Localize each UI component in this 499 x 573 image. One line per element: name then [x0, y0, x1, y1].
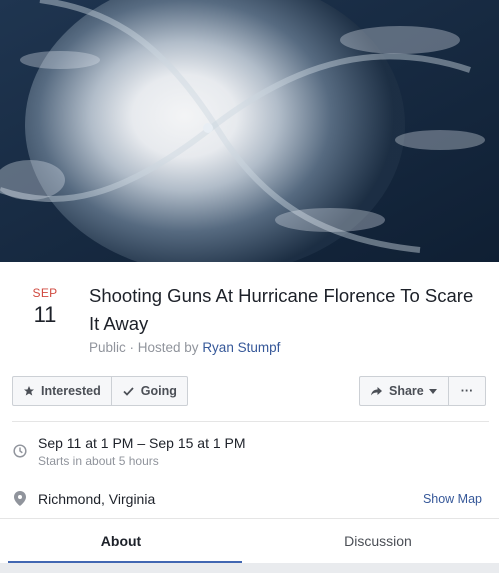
clock-icon — [13, 444, 27, 458]
going-label: Going — [140, 384, 177, 398]
check-icon — [123, 387, 134, 396]
event-meta: Public · Hosted by Ryan Stumpf — [89, 340, 280, 355]
cover-photo[interactable] — [0, 0, 499, 262]
show-map-link[interactable]: Show Map — [423, 492, 482, 506]
event-location[interactable]: Richmond, Virginia — [38, 491, 155, 507]
event-card: SEP 11 Shooting Guns At Hurricane Floren… — [0, 262, 499, 573]
date-badge: SEP 11 — [30, 286, 60, 328]
event-day: 11 — [33, 302, 57, 327]
hosted-by-label: · Hosted by — [125, 340, 203, 355]
event-month: SEP — [32, 286, 58, 300]
hurricane-satellite-image — [0, 0, 499, 262]
tab-about[interactable]: About — [0, 519, 242, 564]
interested-label: Interested — [41, 384, 101, 398]
location-pin-icon — [14, 491, 26, 506]
going-button[interactable]: Going — [110, 377, 187, 405]
divider — [12, 421, 489, 422]
share-more-buttons: Share ··· — [359, 376, 487, 406]
privacy-label: Public — [89, 340, 126, 355]
share-button[interactable]: Share — [360, 377, 448, 405]
event-title: Shooting Guns At Hurricane Florence To S… — [89, 285, 474, 334]
event-tabs: About Discussion — [0, 518, 499, 564]
event-datetime[interactable]: Sep 11 at 1 PM – Sep 15 at 1 PM — [38, 435, 246, 451]
star-icon — [24, 386, 34, 396]
host-link[interactable]: Ryan Stumpf — [202, 340, 280, 355]
more-button[interactable]: ··· — [447, 377, 486, 405]
rsvp-buttons: Interested Going — [12, 376, 188, 406]
share-arrow-icon — [371, 387, 382, 396]
share-label: Share — [389, 384, 424, 398]
event-starts-in: Starts in about 5 hours — [38, 454, 159, 468]
interested-button[interactable]: Interested — [13, 377, 111, 405]
tab-discussion[interactable]: Discussion — [257, 519, 499, 564]
chevron-down-icon — [428, 389, 437, 394]
page-background-strip — [0, 563, 499, 573]
